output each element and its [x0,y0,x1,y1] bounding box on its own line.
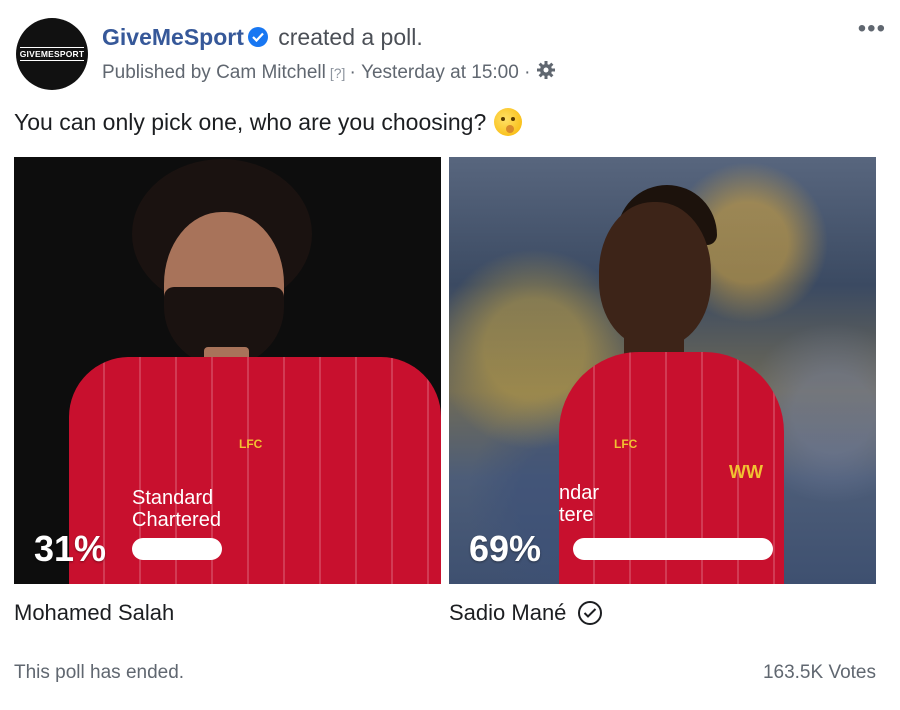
vote-count[interactable]: 163.5K Votes [763,662,876,684]
sponsor-line-2: Chartered [132,509,221,531]
page-avatar[interactable]: GIVEMESPORT [16,18,88,90]
avatar-logo-text: GIVEMESPORT [19,47,85,61]
post-meta: Published by Cam Mitchell [?] · Yesterda… [102,60,556,86]
sponsor-text: ndar tere [559,482,599,526]
help-marker[interactable]: [?] [330,65,346,81]
published-by-text: Published by Cam Mitchell [102,62,326,83]
post-header: GIVEMESPORT GiveMeSport created a poll. … [14,14,886,94]
poll-percent-mane: 69% [469,528,542,569]
option-name: Sadio Mané [449,600,567,625]
page-name-link[interactable]: GiveMeSport [102,24,244,50]
sponsor-line-2: tere [559,504,594,526]
poll-status: This poll has ended. [14,662,185,683]
separator: · [349,62,356,83]
sponsor-line-1: Standard [132,487,214,509]
more-options-icon[interactable]: ••• [858,17,886,41]
poll-percent-salah: 31% [34,528,107,569]
post-timestamp[interactable]: Yesterday at 15:00 [361,62,519,84]
poll-option-label-mane[interactable]: Sadio Mané [449,600,603,626]
sleeve-sponsor: WW [729,462,763,482]
lfc-crest: LFC [614,437,638,451]
poll-bar-salah [132,538,222,560]
sponsor-text: Standard Chartered [132,487,221,531]
poll-option-label-salah[interactable]: Mohamed Salah [14,600,174,626]
post-title-line: GiveMeSport created a poll. [102,24,423,51]
player-photo-salah: LFC Standard Chartered [14,157,441,584]
option-name: Mohamed Salah [14,600,175,625]
gear-icon[interactable] [536,60,556,86]
post-action-text: created a poll. [278,24,423,50]
player-photo-mane: LFC ndar tere WW [449,157,876,584]
poll-option-salah[interactable]: LFC Standard Chartered 31% [14,157,441,584]
poll-question: You can only pick one, who are you choos… [14,108,523,136]
thinking-emoji-icon [494,108,523,136]
sponsor-line-1: ndar [559,482,600,504]
lfc-crest: LFC [239,437,263,451]
check-circle-icon [578,601,603,625]
poll-option-mane[interactable]: LFC ndar tere WW 69% [449,157,876,584]
poll-question-text: You can only pick one, who are you choos… [14,108,487,135]
separator: · [524,62,531,83]
poll-bar-mane [573,538,773,560]
verified-badge-icon [247,27,268,47]
